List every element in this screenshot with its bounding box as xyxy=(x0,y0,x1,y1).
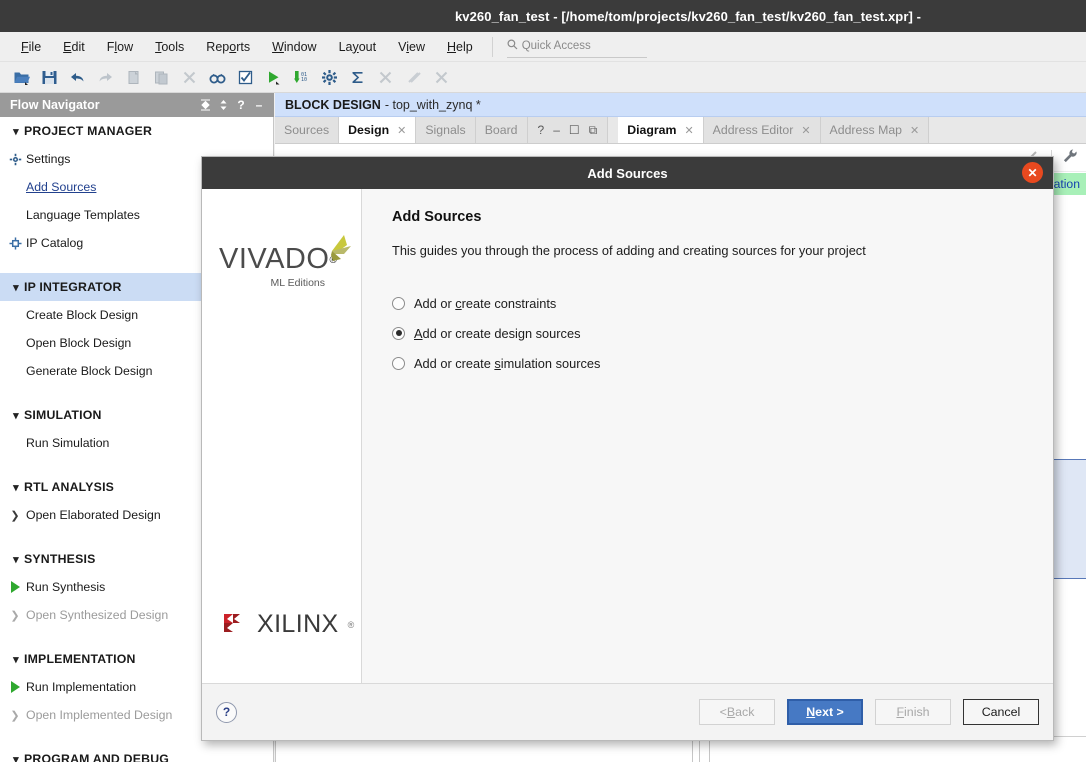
xilinx-registered: ® xyxy=(347,619,355,630)
radio-label: Add or create design sources xyxy=(414,325,581,341)
vivado-logo: VIVADO® ML Editions xyxy=(219,235,351,289)
xilinx-wordmark: XILINX xyxy=(257,610,339,638)
dialog-body: VIVADO® ML Editions xyxy=(202,189,1053,683)
vivado-pinwheel-icon xyxy=(311,229,353,274)
close-icon[interactable]: ✕ xyxy=(1022,162,1043,183)
xilinx-mark-icon xyxy=(222,610,248,639)
back-button: < Back xyxy=(699,699,775,725)
xilinx-logo: XILINX ® xyxy=(222,610,354,639)
help-icon[interactable]: ? xyxy=(216,701,237,723)
radio-add-or-create-constraints[interactable]: Add or create constraints xyxy=(392,288,1027,318)
radio-add-or-create-design-sources[interactable]: Add or create design sources xyxy=(392,318,1027,348)
dialog-content: Add Sources This guides you through the … xyxy=(362,189,1053,683)
radio-button-icon[interactable] xyxy=(392,326,405,340)
source-type-radio-group: Add or create constraints Add or create d… xyxy=(392,288,1027,378)
cancel-button[interactable]: Cancel xyxy=(963,699,1039,725)
vivado-edition-label: ML Editions xyxy=(270,277,325,289)
radio-add-or-create-simulation-sources[interactable]: Add or create simulation sources xyxy=(392,348,1027,378)
add-sources-dialog: Add Sources ✕ VIVADO® xyxy=(201,156,1054,741)
radio-button-icon[interactable] xyxy=(392,296,405,310)
radio-label: Add or create constraints xyxy=(414,295,557,311)
next-button[interactable]: Next > xyxy=(787,699,863,725)
radio-button-icon[interactable] xyxy=(392,356,405,370)
vivado-window: kv260_fan_test - [/home/tom/projects/kv2… xyxy=(0,0,1086,762)
radio-label: Add or create simulation sources xyxy=(414,355,601,371)
dialog-title: Add Sources xyxy=(587,165,668,181)
dialog-titlebar: Add Sources ✕ xyxy=(202,157,1053,189)
dialog-heading: Add Sources xyxy=(392,209,482,225)
dialog-description: This guides you through the process of a… xyxy=(392,243,866,258)
dialog-footer: ? < Back Next > Finish Cancel xyxy=(202,683,1053,740)
dialog-branding-sidebar: VIVADO® ML Editions xyxy=(202,189,362,683)
finish-button: Finish xyxy=(875,699,951,725)
